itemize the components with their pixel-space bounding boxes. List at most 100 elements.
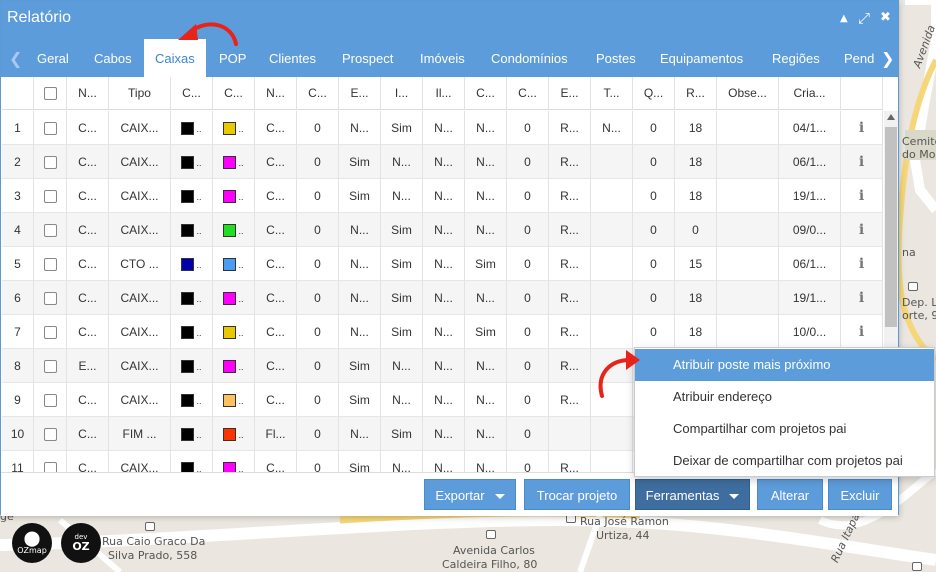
info-icon[interactable]: i: [859, 290, 864, 306]
cell-c3: 0: [297, 315, 339, 349]
column-header[interactable]: R...: [675, 77, 717, 110]
tab-scroll-left-icon[interactable]: ❮: [9, 49, 22, 68]
column-header[interactable]: C...: [297, 77, 339, 110]
column-header[interactable]: N...: [67, 77, 109, 110]
column-header[interactable]: [841, 77, 883, 110]
exportar-button[interactable]: Exportar: [424, 479, 516, 510]
tab-equipamentos[interactable]: Equipamentos: [649, 39, 754, 77]
info-icon[interactable]: i: [859, 120, 864, 136]
tab-scroll-right-icon[interactable]: ❯: [881, 49, 894, 68]
cell-t: [591, 315, 633, 349]
color-ellipsis: ..: [238, 430, 244, 440]
ferramentas-button[interactable]: Ferramentas: [635, 479, 750, 510]
cell-criado: 06/1...: [779, 145, 841, 179]
column-header[interactable]: Tipo: [109, 77, 171, 110]
tab-regioes[interactable]: Regiões: [761, 39, 831, 77]
cell-r: 18: [675, 179, 717, 213]
cell-cor1: ..: [171, 315, 213, 349]
row-checkbox-input[interactable]: [43, 258, 57, 272]
cell-q: 0: [633, 281, 675, 315]
info-icon[interactable]: i: [859, 256, 864, 272]
scrollbar-thumb[interactable]: [885, 127, 897, 327]
row-checkbox-input[interactable]: [43, 122, 57, 136]
column-header[interactable]: E...: [339, 77, 381, 110]
column-header[interactable]: C...: [507, 77, 549, 110]
ozmap-logo[interactable]: ⬤ OZmap: [12, 523, 52, 563]
column-header[interactable]: C...: [171, 77, 213, 110]
table-row[interactable]: 2 C... CAIX....... C... 0 Sim N... N... N... 0 R..…: [2, 145, 883, 179]
table-row[interactable]: 6 C... CAIX....... C... 0 N... Sim N... N... 0 R..…: [2, 281, 883, 315]
column-header[interactable]: N...: [255, 77, 297, 110]
table-row[interactable]: 7 C... CAIX....... C... 0 N... Sim N... Sim 0 R...…: [2, 315, 883, 349]
column-header[interactable]: C...: [465, 77, 507, 110]
table-row[interactable]: 4 C... CAIX....... C... 0 N... Sim N... N... 0 R..…: [2, 213, 883, 247]
column-header[interactable]: Obse...: [717, 77, 779, 110]
cell-n: C...: [67, 111, 109, 145]
alterar-button[interactable]: Alterar: [757, 479, 823, 510]
devoz-logo[interactable]: dev OZ: [61, 523, 101, 563]
row-checkbox-input[interactable]: [43, 360, 57, 374]
info-icon[interactable]: i: [859, 154, 864, 170]
map-place-label: orte, 99: [902, 309, 936, 322]
cell-obs: [717, 247, 779, 281]
info-icon[interactable]: i: [859, 188, 864, 204]
expand-icon[interactable]: ⤢: [858, 9, 870, 27]
scroll-up-icon[interactable]: [887, 114, 895, 120]
select-all-checkbox[interactable]: [43, 87, 57, 101]
row-checkbox-input[interactable]: [43, 292, 57, 306]
tab-clientes[interactable]: Clientes: [258, 39, 327, 77]
cell-cor1: ..: [171, 247, 213, 281]
column-header[interactable]: Q...: [633, 77, 675, 110]
color-ellipsis: ..: [238, 362, 244, 372]
color-swatch: [181, 190, 195, 204]
tab-geral[interactable]: Geral: [26, 39, 80, 77]
tab-imoveis[interactable]: Imóveis: [409, 39, 476, 77]
row-checkbox-input[interactable]: [43, 224, 57, 238]
cell-n2: C...: [255, 111, 297, 145]
column-header[interactable]: T...: [591, 77, 633, 110]
tab-cabos[interactable]: Cabos: [83, 39, 143, 77]
row-checkbox-input[interactable]: [43, 156, 57, 170]
column-header[interactable]: I...: [381, 77, 423, 110]
cell-r: 18: [675, 315, 717, 349]
menu-item-atribuir-poste[interactable]: Atribuir poste mais próximo: [635, 349, 934, 381]
cell-tipo: CAIX...: [109, 315, 171, 349]
row-checkbox: [34, 179, 67, 213]
row-checkbox-input[interactable]: [43, 326, 57, 340]
menu-item-atribuir-endereco[interactable]: Atribuir endereço: [635, 381, 934, 413]
cell-tipo: CAIX...: [109, 179, 171, 213]
row-index: 10: [2, 417, 34, 451]
menu-item-deixar-compartilhar[interactable]: Deixar de compartilhar com projetos pai: [635, 445, 934, 477]
row-checkbox-input[interactable]: [43, 462, 57, 472]
table-row[interactable]: 3 C... CAIX....... C... 0 Sim N... N... N... 0 R..…: [2, 179, 883, 213]
tab-pendencias[interactable]: Pend: [833, 39, 885, 77]
cell-e: Sim: [339, 451, 381, 472]
close-icon[interactable]: ✖: [880, 10, 891, 25]
column-header[interactable]: [34, 77, 67, 110]
tab-condominios[interactable]: Condomínios: [480, 39, 579, 77]
table-row[interactable]: 5 C... CTO ....... C... 0 N... Sim N... Sim 0 R...…: [2, 247, 883, 281]
row-checkbox-input[interactable]: [43, 428, 57, 442]
tab-postes[interactable]: Postes: [585, 39, 647, 77]
row-checkbox-input[interactable]: [43, 394, 57, 408]
column-header[interactable]: C...: [213, 77, 255, 110]
cell-tipo: CAIX...: [109, 111, 171, 145]
info-icon[interactable]: i: [859, 324, 864, 340]
column-header[interactable]: Il...: [423, 77, 465, 110]
column-header[interactable]: Cria...: [779, 77, 841, 110]
column-header[interactable]: E...: [549, 77, 591, 110]
tab-prospect[interactable]: Prospect: [331, 39, 404, 77]
cell-tipo: CAIX...: [109, 451, 171, 472]
excluir-button[interactable]: Excluir: [828, 479, 892, 510]
dialog-titlebar[interactable]: Relatório ▲ ⤢ ✖: [1, 1, 898, 39]
cell-cor2: ..: [213, 383, 255, 417]
info-icon[interactable]: i: [859, 222, 864, 238]
table-row[interactable]: 1 C... CAIX....... C... 0 N... Sim N... N... 0 R..…: [2, 111, 883, 145]
row-checkbox-input[interactable]: [43, 190, 57, 204]
cell-e: N...: [339, 417, 381, 451]
collapse-icon[interactable]: ▲: [840, 13, 848, 24]
column-header[interactable]: [2, 77, 34, 110]
menu-item-compartilhar[interactable]: Compartilhar com projetos pai: [635, 413, 934, 445]
trocar-projeto-button[interactable]: Trocar projeto: [524, 479, 630, 510]
cell-n2: C...: [255, 281, 297, 315]
